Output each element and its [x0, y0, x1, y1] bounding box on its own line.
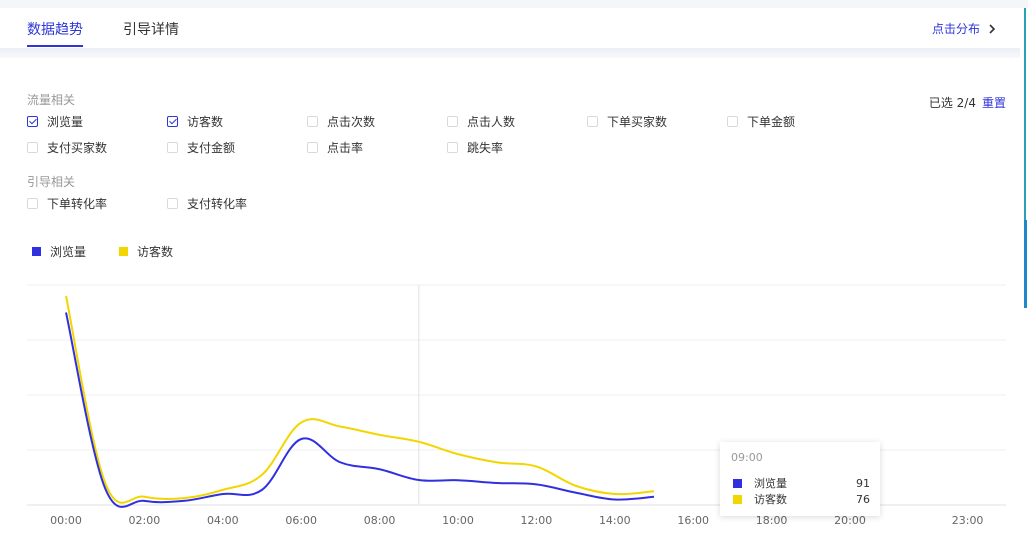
checkbox-box[interactable]: [167, 198, 178, 209]
click-distribution-link[interactable]: 点击分布: [932, 20, 998, 37]
checkbox-pageviews[interactable]: 浏览量: [27, 113, 83, 130]
checkbox-box[interactable]: [447, 142, 458, 153]
x-tick-label: 04:00: [207, 514, 239, 527]
x-tick-label: 00:00: [50, 514, 82, 527]
checkbox-label: 下单转化率: [47, 197, 108, 211]
checkbox-box[interactable]: [27, 116, 38, 127]
checkbox-box[interactable]: [307, 116, 318, 127]
section-divider: [0, 48, 1020, 58]
checkbox-box[interactable]: [167, 116, 178, 127]
scrollbar-thumb[interactable]: [1024, 220, 1027, 308]
checkbox-order-buyers[interactable]: 下单买家数: [587, 113, 667, 130]
checkbox-order-conversion[interactable]: 下单转化率: [27, 195, 107, 212]
x-tick-label: 10:00: [442, 514, 474, 527]
traffic-section-label: 流量相关: [27, 93, 76, 107]
checkbox-bounce-rate[interactable]: 跳失率: [447, 139, 503, 156]
series-line-pageviews[interactable]: [65, 312, 655, 508]
checkbox-box[interactable]: [27, 142, 38, 153]
checkbox-label: 点击次数: [327, 115, 376, 129]
legend-item-visitors[interactable]: 访客数: [119, 243, 173, 260]
top-strip: [0, 0, 1028, 8]
selection-count: 已选 2/4: [928, 96, 976, 110]
click-distribution-label: 点击分布: [931, 22, 980, 36]
checkbox-label: 浏览量: [47, 115, 84, 129]
checkbox-click-count[interactable]: 点击次数: [307, 113, 375, 130]
chart-tooltip: 09:00 浏览量 91 访客数 76: [720, 442, 880, 516]
tooltip-label: 浏览量: [754, 477, 787, 490]
checkbox-label: 支付转化率: [187, 197, 248, 211]
tooltip-value: 91: [856, 476, 870, 490]
checkbox-order-amount[interactable]: 下单金额: [727, 113, 795, 130]
checkbox-pay-amount[interactable]: 支付金额: [167, 139, 235, 156]
checkbox-box[interactable]: [727, 116, 738, 127]
checkbox-click-users[interactable]: 点击人数: [447, 113, 515, 130]
tab-guide-detail[interactable]: 引导详情: [123, 19, 179, 39]
tooltip-row-pageviews: 浏览量 91: [733, 475, 870, 491]
checkbox-visitors[interactable]: 访客数: [167, 113, 223, 130]
checkbox-box[interactable]: [307, 142, 318, 153]
checkbox-label: 跳失率: [467, 141, 504, 155]
checkbox-label: 支付金额: [187, 141, 236, 155]
x-tick-label: 08:00: [364, 514, 396, 527]
checkbox-label: 下单买家数: [607, 115, 668, 129]
reset-button[interactable]: 重置: [982, 94, 1006, 111]
tab-data-trend[interactable]: 数据趋势: [27, 19, 83, 39]
tab-bar: 数据趋势 引导详情 点击分布: [0, 8, 1020, 48]
checkbox-label: 访客数: [187, 115, 224, 129]
x-tick-label: 16:00: [677, 514, 709, 527]
series-line-visitors[interactable]: [65, 295, 655, 504]
legend-swatch: [32, 247, 41, 256]
checkbox-box[interactable]: [587, 116, 598, 127]
guide-section-label: 引导相关: [27, 175, 76, 189]
tooltip-label: 访客数: [754, 493, 787, 506]
legend-swatch: [119, 247, 128, 256]
x-tick-label: 02:00: [129, 514, 161, 527]
checkbox-label: 下单金额: [747, 115, 796, 129]
checkbox-click-rate[interactable]: 点击率: [307, 139, 363, 156]
legend-item-pageviews[interactable]: 浏览量: [32, 243, 86, 260]
active-tab-indicator: [27, 45, 83, 47]
tooltip-swatch: [733, 494, 742, 504]
tooltip-value: 76: [856, 492, 870, 506]
checkbox-box[interactable]: [447, 116, 458, 127]
selection-info: 已选 2/4 重置: [929, 94, 1006, 111]
x-tick-label: 23:00: [952, 514, 984, 527]
tooltip-row-visitors: 访客数 76: [733, 491, 870, 507]
checkbox-label: 点击率: [327, 141, 364, 155]
checkbox-label: 支付买家数: [47, 141, 108, 155]
checkbox-pay-conversion[interactable]: 支付转化率: [167, 195, 247, 212]
tooltip-swatch: [733, 478, 742, 488]
tooltip-title: 09:00: [731, 451, 763, 464]
checkbox-label: 点击人数: [467, 115, 516, 129]
chevron-right-icon: [989, 23, 996, 34]
legend-label: 浏览量: [50, 245, 87, 259]
checkbox-box[interactable]: [27, 198, 38, 209]
checkbox-pay-buyers[interactable]: 支付买家数: [27, 139, 107, 156]
checkbox-box[interactable]: [167, 142, 178, 153]
x-tick-label: 14:00: [599, 514, 631, 527]
x-tick-label: 12:00: [521, 514, 553, 527]
legend-label: 访客数: [137, 245, 174, 259]
x-tick-label: 06:00: [285, 514, 317, 527]
